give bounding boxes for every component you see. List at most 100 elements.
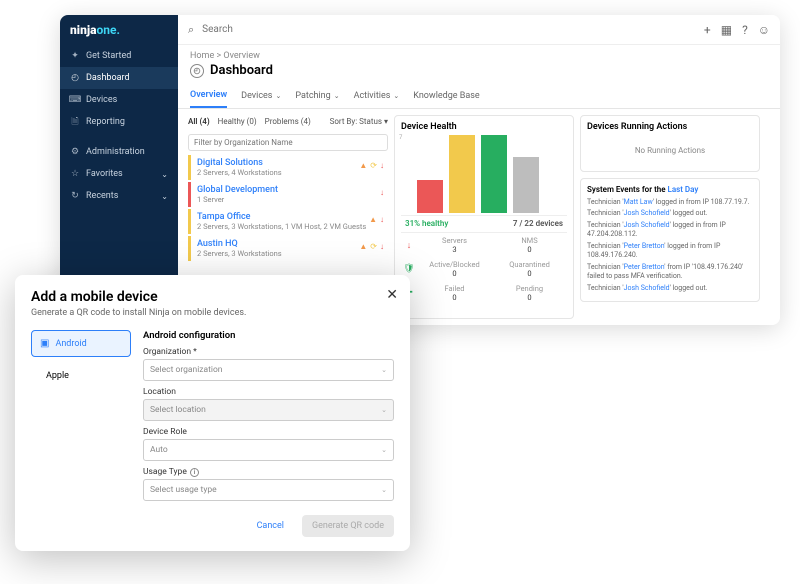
chevron-down-icon: ⌄ xyxy=(161,170,168,179)
tab-overview[interactable]: Overview xyxy=(190,84,227,108)
android-icon: ▣ xyxy=(40,338,49,349)
down-icon: ↓ xyxy=(380,215,384,224)
field-label: Usage Type i xyxy=(143,467,394,477)
form-title: Android configuration xyxy=(143,330,394,341)
chart-bar xyxy=(481,135,507,213)
warn-icon: ▲ xyxy=(359,161,367,170)
tab-knowledge-base[interactable]: Knowledge Base xyxy=(413,84,479,108)
chevron-down-icon: ⌄ xyxy=(393,92,399,100)
no-actions-text: No Running Actions xyxy=(587,136,753,165)
topbar: ⌕ + ▦ ? ☺ xyxy=(178,15,780,45)
org-filter-input[interactable] xyxy=(188,134,388,151)
add-mobile-device-modal: ✕ Add a mobile device Generate a QR code… xyxy=(15,275,410,551)
down-icon: ↓ xyxy=(401,240,417,251)
event-item: Technician 'Matt Law' logged in from IP … xyxy=(587,198,753,207)
field-label: Location xyxy=(143,387,394,397)
apps-icon[interactable]: ▦ xyxy=(721,23,732,37)
doc-icon: 🗎 xyxy=(70,117,80,127)
device-health-card: Device Health 7 31% healthy 7 / 22 devic… xyxy=(394,115,574,319)
search-input[interactable] xyxy=(202,24,696,35)
info-icon: i xyxy=(190,468,199,477)
modal-title: Add a mobile device xyxy=(31,289,394,305)
org-item[interactable]: Global Development1 Server↓ xyxy=(188,182,388,207)
platform-apple[interactable]: Apple xyxy=(31,363,131,389)
select-organization-[interactable]: Select organization⌄ xyxy=(143,359,394,381)
down-icon: ↓ xyxy=(380,161,384,170)
org-item[interactable]: Austin HQ2 Servers, 3 Workstations▲⟳↓ xyxy=(188,236,388,261)
sidebar-item-favorites[interactable]: ☆Favorites⌄ xyxy=(60,163,178,185)
modal-subtitle: Generate a QR code to install Ninja on m… xyxy=(31,308,394,318)
user-icon[interactable]: ☺ xyxy=(758,23,770,37)
chart-bar xyxy=(417,180,443,213)
chevron-down-icon: ⌄ xyxy=(381,366,387,374)
monitor-icon: ⌨ xyxy=(70,95,80,105)
event-item: Technician 'Peter Bretton' from IP '108.… xyxy=(587,263,753,282)
device-health-chart: 7 xyxy=(401,136,567,216)
org-item[interactable]: Digital Solutions2 Servers, 4 Workstatio… xyxy=(188,155,388,180)
search-icon: ⌕ xyxy=(188,23,194,37)
stat-row: ✚Failed0Pending0 xyxy=(401,281,567,305)
field-label: Organization * xyxy=(143,347,394,357)
select-device-role[interactable]: Auto⌄ xyxy=(143,439,394,461)
rocket-icon: ✦ xyxy=(70,51,80,61)
sync-icon: ⟳ xyxy=(370,161,377,170)
org-item[interactable]: Tampa Office2 Servers, 3 Workstations, 1… xyxy=(188,209,388,234)
sidebar-item-recents[interactable]: ↻Recents⌄ xyxy=(60,185,178,207)
device-count: 7 / 22 devices xyxy=(513,219,563,228)
platform-android[interactable]: ▣Android xyxy=(31,330,131,357)
device-health-title: Device Health xyxy=(401,122,567,132)
warn-icon: ▲ xyxy=(359,242,367,251)
gear-icon: ⚙ xyxy=(70,147,80,157)
event-item: Technician 'Peter Bretton' logged in fro… xyxy=(587,242,753,261)
tabs: Overview Devices ⌄ Patching ⌄ Activities ⌄ K… xyxy=(178,84,780,109)
tab-patching[interactable]: Patching ⌄ xyxy=(295,84,339,108)
event-item: Technician 'Josh Schofield' logged in fr… xyxy=(587,221,753,240)
chevron-down-icon: ⌄ xyxy=(381,486,387,494)
chevron-down-icon: ⌄ xyxy=(381,406,387,414)
page-title: ◴ Dashboard xyxy=(178,61,780,84)
sync-icon: ⟳ xyxy=(370,242,377,251)
chart-bar xyxy=(513,157,539,213)
tab-activities[interactable]: Activities ⌄ xyxy=(354,84,400,108)
chevron-down-icon: ⌄ xyxy=(334,92,340,100)
chevron-down-icon: ⌄ xyxy=(381,446,387,454)
system-events-card: System Events for the Last Day Technicia… xyxy=(580,178,760,302)
sidebar-item-reporting[interactable]: 🗎Reporting xyxy=(60,111,178,133)
stat-row: ↓Servers3NMS0 xyxy=(401,233,567,257)
generate-qr-button[interactable]: Generate QR code xyxy=(302,515,394,537)
stat-row: 🛡Active/Blocked0Quarantined0 xyxy=(401,257,567,281)
star-icon: ☆ xyxy=(70,169,80,179)
events-range-link[interactable]: Last Day xyxy=(668,185,699,194)
tab-devices[interactable]: Devices ⌄ xyxy=(241,84,281,108)
down-icon: ↓ xyxy=(380,188,384,197)
warn-icon: ▲ xyxy=(369,215,377,224)
breadcrumb: Home > Overview xyxy=(178,45,780,61)
help-icon[interactable]: ? xyxy=(742,23,748,37)
running-actions-card: Devices Running Actions No Running Actio… xyxy=(580,115,760,172)
platform-picker: ▣Android Apple xyxy=(31,330,131,537)
filter-counts: All (4) Healthy (0) Problems (4) xyxy=(188,117,317,126)
cancel-button[interactable]: Cancel xyxy=(247,515,294,537)
healthy-pct: 31% healthy xyxy=(405,219,448,228)
sort-by[interactable]: Sort By: Status ▾ xyxy=(330,117,388,126)
events-title: System Events for the Last Day xyxy=(587,185,753,194)
close-icon[interactable]: ✕ xyxy=(386,287,398,303)
chevron-down-icon: ⌄ xyxy=(161,192,168,201)
down-icon: ↓ xyxy=(380,242,384,251)
chart-bar xyxy=(449,135,475,213)
select-usage-type[interactable]: Select usage type⌄ xyxy=(143,479,394,501)
add-icon[interactable]: + xyxy=(704,23,711,37)
clock-icon: ↻ xyxy=(70,191,80,201)
gauge-icon: ◴ xyxy=(190,64,204,78)
event-item: Technician 'Josh Schofield' logged out. xyxy=(587,284,753,293)
sidebar-item-devices[interactable]: ⌨Devices xyxy=(60,89,178,111)
brand-logo: ninjaone. xyxy=(60,15,178,45)
sidebar-item-get-started[interactable]: ✦Get Started xyxy=(60,45,178,67)
sidebar-item-administration[interactable]: ⚙Administration xyxy=(60,141,178,163)
select-location[interactable]: Select location⌄ xyxy=(143,399,394,421)
chevron-down-icon: ⌄ xyxy=(275,92,281,100)
shield-icon: 🛡 xyxy=(401,264,417,274)
field-label: Device Role xyxy=(143,427,394,437)
sidebar-item-dashboard[interactable]: ◴Dashboard xyxy=(60,67,178,89)
running-actions-title: Devices Running Actions xyxy=(587,122,753,132)
